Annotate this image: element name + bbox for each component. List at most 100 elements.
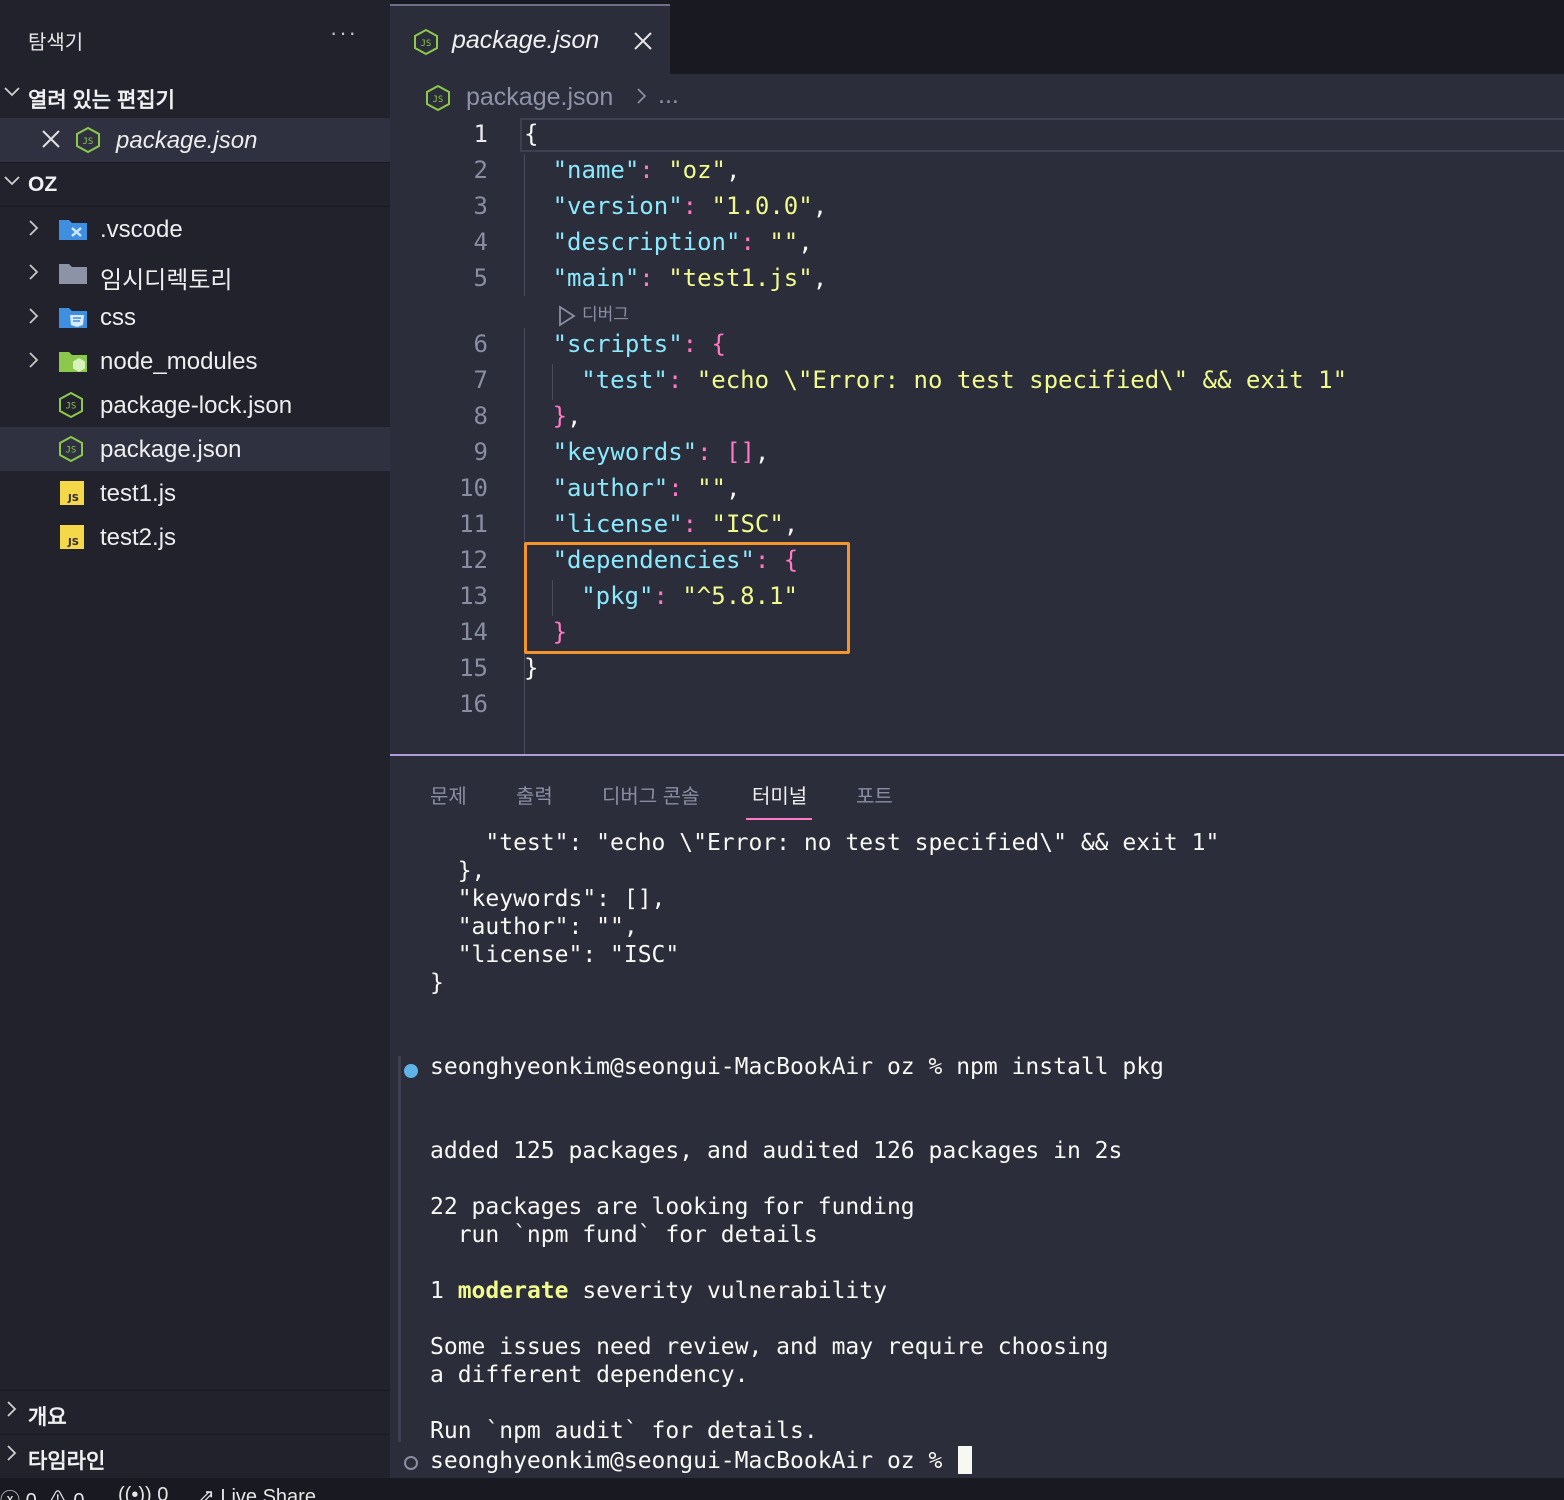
outline-label: 개요 [28, 1406, 67, 1429]
open-editor-item[interactable]: JS package.json [0, 118, 390, 162]
command-pending-dot[interactable] [404, 1456, 418, 1470]
line-number: 4 [473, 228, 488, 256]
terminal-line: added 125 packages, and audited 126 pack… [430, 1138, 1123, 1164]
code-line: "test": "echo \"Error: no test specified… [581, 366, 1348, 394]
warning-count: 0 [73, 1490, 84, 1500]
tree-item-vscode[interactable]: .vscode [0, 207, 390, 251]
command-decoration-bar [398, 1056, 401, 1442]
indent-guide [524, 154, 525, 296]
line-number: 3 [473, 192, 488, 220]
error-icon: ⓧ [0, 1490, 20, 1500]
code-line: { [524, 120, 539, 148]
close-icon[interactable] [632, 30, 654, 52]
play-icon [559, 304, 576, 327]
code-line: "description": "", [552, 228, 813, 256]
tab-terminal[interactable]: 터미널 [752, 780, 807, 809]
js-file-icon: JS [60, 481, 84, 505]
open-editor-label: package.json [116, 127, 258, 154]
code-line: "license": "ISC", [552, 510, 799, 538]
terminal-line: "keywords": [], [430, 886, 666, 912]
tab-package-json[interactable]: JS package.json [390, 4, 670, 76]
line-number: 14 [459, 618, 488, 646]
debug-codelens[interactable]: 디버그 [558, 300, 629, 327]
terminal[interactable]: "test": "echo \"Error: no test specified… [390, 826, 1564, 1480]
chevron-down-icon [4, 87, 20, 97]
live-share-status[interactable]: ⇗ Live Share [198, 1484, 316, 1500]
outline-section[interactable]: 개요 [0, 1391, 390, 1435]
command-success-dot[interactable] [404, 1064, 418, 1078]
line-number: 7 [473, 366, 488, 394]
tree-item-test1[interactable]: JS test1.js [0, 471, 390, 515]
open-editors-label: 열려 있는 편집기 [28, 89, 175, 112]
error-count: 0 [26, 1490, 37, 1500]
terminal-line: Run `npm audit` for details. [430, 1418, 818, 1444]
timeline-section[interactable]: 타임라인 [0, 1435, 390, 1479]
svg-text:JS: JS [66, 402, 77, 412]
tab-output[interactable]: 출력 [516, 780, 553, 809]
chevron-down-icon [4, 176, 20, 186]
tree-item-test2[interactable]: JS test2.js [0, 515, 390, 559]
chevron-right-icon [29, 352, 39, 368]
tree-item-label: test1.js [100, 480, 177, 507]
nodejs-file-icon: JS [426, 84, 450, 112]
broadcast-icon: ((•)) [118, 1484, 152, 1500]
tree-item-package-lock[interactable]: JS package-lock.json [0, 383, 390, 427]
terminal-command-line: seonghyeonkim@seongui-MacBookAir oz % np… [430, 1054, 1164, 1080]
svg-text:JS: JS [66, 446, 77, 456]
code-line: "scripts": { [552, 330, 726, 358]
code-editor[interactable]: 디버그 1 {2 "name": "oz", 3 "version": "1.0.0",… [390, 118, 1564, 794]
breadcrumb-file[interactable]: package.json [466, 83, 613, 112]
bottom-panel: 문제 출력 디버그 콘솔 터미널 포트 "test": "echo \"Erro… [390, 754, 1564, 1480]
tab-debug-console[interactable]: 디버그 콘솔 [602, 780, 700, 809]
line-number: 5 [473, 264, 488, 292]
code-line: "version": "1.0.0", [552, 192, 828, 220]
tree-item-label: css [100, 304, 136, 331]
code-line: }, [552, 402, 582, 430]
open-editors-section[interactable]: 열려 있는 편집기 [0, 74, 390, 118]
explorer-title: 탐색기 [28, 32, 84, 54]
line-number: 2 [473, 156, 488, 184]
more-actions-icon[interactable]: ··· [330, 20, 358, 46]
folder-label: OZ [28, 173, 58, 196]
tree-item-node-modules[interactable]: node_modules [0, 339, 390, 383]
status-bar: ⓧ 0 ⚠ 0 ((•)) 0 ⇗ Live Share [0, 1478, 1564, 1500]
explorer-sidebar: 탐색기 ··· 열려 있는 편집기 JS package.json OZ .vs… [0, 0, 390, 1478]
line-number: 8 [473, 402, 488, 430]
terminal-prompt-line: seonghyeonkim@seongui-MacBookAir oz % [430, 1446, 973, 1474]
tree-item-package-json[interactable]: JS package.json [0, 427, 390, 471]
terminal-line: Some issues need review, and may require… [430, 1334, 1109, 1360]
tab-problems[interactable]: 문제 [430, 780, 467, 809]
current-line-highlight [520, 118, 1564, 152]
line-number: 11 [459, 510, 488, 538]
chevron-right-icon [7, 1445, 17, 1461]
tab-label: package.json [452, 26, 600, 54]
line-number: 1 [473, 120, 488, 148]
breadcrumb: JS package.json ... [390, 74, 1564, 118]
code-line: "main": "test1.js", [552, 264, 828, 292]
line-number: 16 [459, 690, 488, 718]
line-number: 15 [459, 654, 488, 682]
terminal-line: } [430, 970, 444, 996]
timeline-label: 타임라인 [28, 1450, 106, 1473]
code-line: } [552, 618, 568, 646]
folder-section-oz[interactable]: OZ [0, 163, 390, 207]
live-share-label: Live Share [220, 1486, 316, 1500]
svg-text:JS: JS [83, 137, 94, 147]
tab-ports[interactable]: 포트 [856, 780, 893, 809]
panel-tabs: 문제 출력 디버그 콘솔 터미널 포트 [390, 756, 1564, 826]
tree-item-css[interactable]: css [0, 295, 390, 339]
chevron-right-icon [29, 308, 39, 324]
ports-status[interactable]: ((•)) 0 [118, 1484, 168, 1500]
breadcrumb-more[interactable]: ... [658, 81, 679, 110]
nodejs-file-icon: JS [76, 126, 100, 154]
svg-text:JS: JS [67, 493, 79, 504]
problems-status[interactable]: ⓧ 0 ⚠ 0 [0, 1484, 85, 1500]
nodejs-file-icon: JS [59, 436, 83, 462]
line-number: 10 [459, 474, 488, 502]
close-icon[interactable] [40, 128, 62, 150]
tree-item-label: node_modules [100, 348, 258, 375]
nodejs-file-icon: JS [414, 28, 438, 56]
terminal-cursor [958, 1446, 973, 1474]
live-share-icon: ⇗ [198, 1486, 215, 1500]
tree-item-temp-dir[interactable]: 임시디렉토리 [0, 251, 390, 295]
